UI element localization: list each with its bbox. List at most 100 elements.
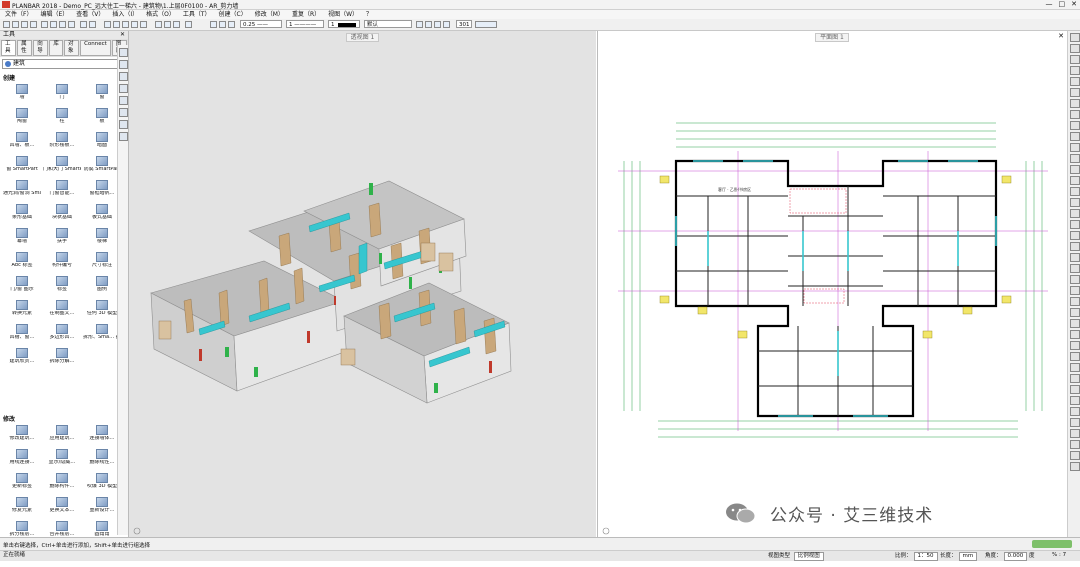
print-icon[interactable] (30, 21, 37, 28)
maximize-button[interactable]: □ (1059, 0, 1066, 8)
line-combo[interactable]: 1 ———— (286, 20, 324, 28)
tool-item[interactable]: 构件编号 (43, 252, 81, 274)
redo-icon[interactable] (89, 21, 96, 28)
tool-item[interactable]: 尺寸标注 (83, 252, 121, 274)
side-tool-icon[interactable] (118, 120, 128, 129)
side-tool-icon[interactable] (118, 84, 128, 93)
right-tool-icon[interactable] (1069, 462, 1080, 471)
menu-item[interactable]: 查看（V） (76, 10, 104, 19)
tool-item[interactable]: 吹爆 3D 模型 (83, 473, 121, 495)
right-tool-icon[interactable] (1069, 275, 1080, 284)
tool-item[interactable]: 凹槽、窗… (3, 324, 41, 346)
layer-combo[interactable]: 默认 (364, 20, 412, 28)
right-tool-icon[interactable] (1069, 154, 1080, 163)
minimize-button[interactable]: — (1046, 0, 1053, 8)
tool-item[interactable]: 修改建筑… (3, 425, 41, 447)
palette-close-icon[interactable]: ✕ (120, 31, 125, 39)
side-tool-icon[interactable] (118, 60, 128, 69)
new-icon[interactable] (3, 21, 10, 28)
right-tool-icon[interactable] (1069, 286, 1080, 295)
tool-item[interactable]: 板式基础 (83, 204, 121, 226)
tool-item[interactable]: 拆形、Sma… 插入副… (83, 324, 121, 346)
side-tool-icon[interactable] (118, 72, 128, 81)
right-tool-icon[interactable] (1069, 110, 1080, 119)
open-icon[interactable] (12, 21, 19, 28)
palette-tab[interactable]: 向导 (33, 40, 49, 56)
right-tool-icon[interactable] (1069, 198, 1080, 207)
palette-filter-select[interactable]: 建筑 (2, 59, 126, 69)
right-tool-icon[interactable] (1069, 418, 1080, 427)
view-compass-icon[interactable] (133, 527, 141, 535)
tool-item[interactable]: 门和大门 SmartPart (43, 156, 81, 178)
menu-item[interactable]: 文件（F） (5, 10, 32, 19)
side-tool-icon[interactable] (118, 108, 128, 117)
tool-item[interactable]: 转换元素 (3, 300, 41, 322)
close-button[interactable]: ✕ (1071, 0, 1077, 8)
side-tool-icon[interactable] (118, 96, 128, 105)
tool-item[interactable]: 在制图文… (43, 300, 81, 322)
right-tool-icon[interactable] (1069, 44, 1080, 53)
tool-item[interactable]: 扶手 (43, 228, 81, 250)
menu-item[interactable]: 插入（I） (112, 10, 138, 19)
tool-item[interactable]: 连接墙体… (83, 425, 121, 447)
tool-item[interactable]: 条形基础 (3, 204, 41, 226)
right-tool-icon[interactable] (1069, 429, 1080, 438)
tool-item[interactable]: 更新标签 (3, 473, 41, 495)
menu-item[interactable]: 重复（R） (292, 10, 320, 19)
tool-item[interactable]: 块状基础 (43, 204, 81, 226)
palette-tab[interactable]: 属性 (17, 40, 33, 56)
tool-item[interactable]: 凹墙、板… (3, 132, 41, 154)
right-tool-icon[interactable] (1069, 33, 1080, 42)
right-tool-icon[interactable] (1069, 99, 1080, 108)
right-tool-icon[interactable] (1069, 143, 1080, 152)
right-tool-icon[interactable] (1069, 352, 1080, 361)
tool-item[interactable]: 拆除分解… (43, 348, 81, 370)
palette-tab[interactable]: 工具 (1, 40, 17, 56)
menu-item[interactable]: 编辑（E） (40, 10, 68, 19)
tool-item[interactable]: 窗 (83, 84, 121, 106)
perspective-viewport[interactable]: 透视图 1 (129, 31, 596, 537)
right-tool-icon[interactable] (1069, 319, 1080, 328)
tool-item[interactable]: 陶窗 (3, 108, 41, 130)
tool-item[interactable]: 楼梯 (83, 228, 121, 250)
side-tool-icon[interactable] (118, 48, 128, 57)
tool-item[interactable]: 暗面 (83, 132, 121, 154)
menu-item[interactable]: 修改（M） (255, 10, 284, 19)
pen-combo[interactable]: 0.25 —— (240, 20, 282, 28)
menu-item[interactable]: 创建（C） (219, 10, 247, 19)
palette-tab[interactable]: 对象 (63, 40, 80, 56)
line-type-icon[interactable] (219, 21, 226, 28)
zoom-icon[interactable] (104, 21, 111, 28)
grid-icon[interactable] (131, 21, 138, 28)
layer-lock-icon[interactable] (434, 21, 441, 28)
help-icon[interactable] (185, 21, 192, 28)
menu-item[interactable]: 工具（T） (183, 10, 211, 19)
plan-compass-icon[interactable] (602, 527, 610, 535)
right-tool-icon[interactable] (1069, 264, 1080, 273)
right-tool-icon[interactable] (1069, 440, 1080, 449)
right-tool-icon[interactable] (1069, 132, 1080, 141)
right-tool-icon[interactable] (1069, 88, 1080, 97)
right-tool-icon[interactable] (1069, 330, 1080, 339)
save-icon[interactable] (21, 21, 28, 28)
tool-item[interactable]: 建筑欣赏… (3, 348, 41, 370)
tool-item[interactable]: 更换文本… (43, 497, 81, 519)
pen-icon[interactable] (210, 21, 217, 28)
menu-item[interactable]: 格式（O） (146, 10, 175, 19)
plan-viewport[interactable]: 平面图 1 ✕ 客厅 · 乙卧/书房区 (597, 31, 1066, 537)
tool-item[interactable]: Abc 标签 (3, 252, 41, 274)
tool-item[interactable]: 图例 (83, 276, 121, 298)
color-icon[interactable] (228, 21, 235, 28)
tool-item[interactable]: 防腐 SmartPart (83, 156, 121, 178)
tool-item[interactable]: 应用建筑… (43, 425, 81, 447)
right-tool-icon[interactable] (1069, 308, 1080, 317)
right-tool-icon[interactable] (1069, 220, 1080, 229)
tool-item[interactable]: 窗框暗帆… (83, 180, 121, 202)
menu-item[interactable]: ？ (366, 10, 372, 19)
tool-item[interactable]: 重新设计… (83, 497, 121, 519)
tool-item[interactable]: 窗 SmartPart (3, 156, 41, 178)
right-tool-icon[interactable] (1069, 121, 1080, 130)
layer-next-icon[interactable] (425, 21, 432, 28)
right-tool-icon[interactable] (1069, 374, 1080, 383)
layer-icon[interactable] (122, 21, 129, 28)
